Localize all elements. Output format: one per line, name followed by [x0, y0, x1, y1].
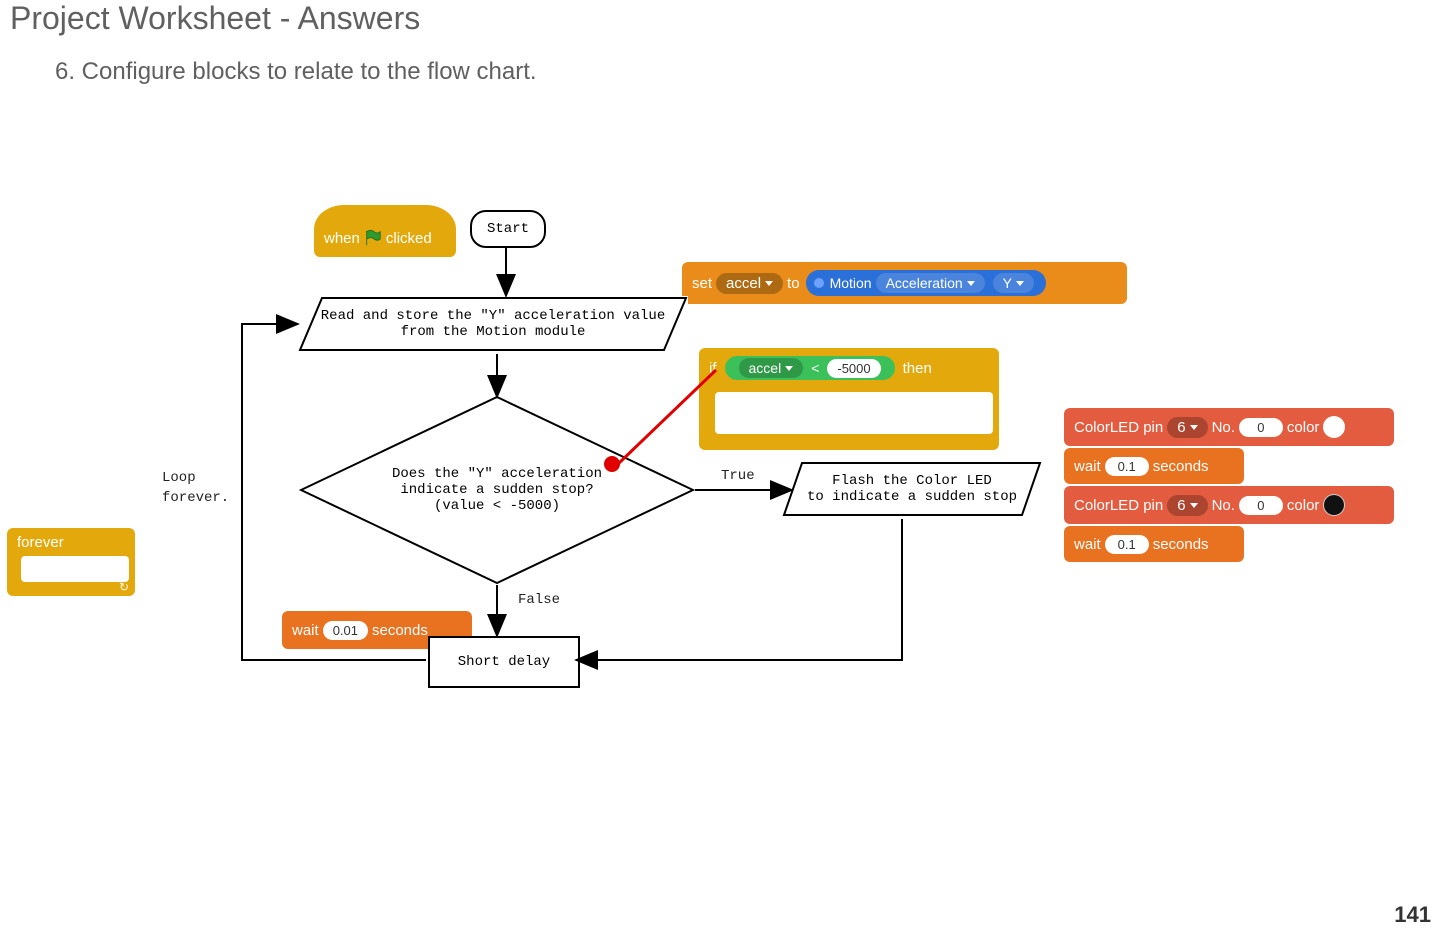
no-val-2: 0	[1239, 496, 1283, 515]
fc-delay-text: Short delay	[458, 654, 550, 670]
sensor-type-dropdown: Acceleration	[876, 273, 985, 293]
color-label-2: color	[1287, 497, 1320, 514]
block-colorled-black: ColorLED pin 6 No. 0 color	[1064, 486, 1394, 524]
block-if-then: if accel < -5000 then	[699, 348, 999, 450]
when-label: when	[324, 230, 360, 247]
wait-val-1: 0.1	[1105, 457, 1149, 476]
loop-arrow-icon: ↻	[119, 580, 129, 594]
label-false: False	[518, 592, 560, 608]
colorled-prefix: ColorLED pin	[1074, 419, 1163, 436]
sensor-pill: Motion Acceleration Y	[806, 270, 1046, 296]
label-loop-l1: Loop	[162, 470, 196, 486]
pin-dropdown-1: 6	[1167, 417, 1207, 438]
color-label-1: color	[1287, 419, 1320, 436]
green-flag-icon	[364, 229, 382, 247]
to-label: to	[787, 275, 800, 292]
block-stack-led: ColorLED pin 6 No. 0 color wait 0.1 seco…	[1064, 408, 1394, 562]
page-number: 141	[1394, 902, 1431, 928]
secs-label-s: seconds	[372, 622, 428, 639]
wait-label-s: wait	[292, 622, 319, 639]
wait-val-s: 0.01	[323, 621, 368, 640]
block-wait-1: wait 0.1 seconds	[1064, 448, 1244, 484]
secs-label-1: seconds	[1153, 458, 1209, 475]
fc-delay: Short delay	[428, 636, 580, 688]
cond-val: -5000	[827, 359, 880, 378]
fc-decision-l3: (value < -5000)	[434, 498, 560, 514]
no-val-1: 0	[1239, 418, 1283, 437]
block-when-clicked: when clicked	[314, 205, 456, 257]
if-label: if	[709, 360, 717, 377]
connector-dot-icon	[604, 456, 620, 472]
fc-decision: Does the "Y" acceleration indicate a sud…	[299, 395, 695, 585]
page-subtitle: 6. Configure blocks to relate to the flo…	[55, 58, 537, 86]
fc-flash: Flash the Color LED to indicate a sudden…	[782, 461, 1042, 517]
no-label-2: No.	[1212, 497, 1235, 514]
fc-flash-l2: to indicate a sudden stop	[807, 489, 1017, 505]
fc-start: Start	[470, 210, 546, 248]
fc-flash-l1: Flash the Color LED	[807, 473, 1017, 489]
no-label-1: No.	[1212, 419, 1235, 436]
axis-dropdown: Y	[993, 273, 1034, 293]
fc-read-l1: Read and store the "Y" acceleration valu…	[321, 308, 665, 324]
set-label: set	[692, 275, 712, 292]
block-set-accel: set accel to Motion Acceleration Y	[682, 262, 1127, 304]
wait-label-2: wait	[1074, 536, 1101, 553]
var-accel-dropdown: accel	[716, 273, 783, 294]
then-label: then	[903, 360, 932, 377]
sensor-dot-icon	[814, 278, 824, 288]
sensor-prefix: Motion	[830, 275, 872, 291]
clicked-label: clicked	[386, 230, 432, 247]
block-colorled-white: ColorLED pin 6 No. 0 color	[1064, 408, 1394, 446]
fc-decision-l1: Does the "Y" acceleration	[392, 466, 602, 482]
block-wait-2: wait 0.1 seconds	[1064, 526, 1244, 562]
color-swatch-white	[1323, 416, 1345, 438]
cond-var: accel	[739, 358, 804, 378]
fc-start-text: Start	[487, 221, 529, 237]
forever-label: forever	[7, 528, 135, 557]
page-title: Project Worksheet - Answers	[10, 0, 420, 37]
color-swatch-black	[1323, 494, 1345, 516]
wait-val-2: 0.1	[1105, 535, 1149, 554]
wait-label-1: wait	[1074, 458, 1101, 475]
block-forever: forever ↻	[7, 528, 135, 596]
label-true: True	[721, 468, 755, 484]
pin-dropdown-2: 6	[1167, 495, 1207, 516]
condition-pill: accel < -5000	[725, 356, 895, 380]
fc-read-l2: from the Motion module	[321, 324, 665, 340]
label-loop-l2: forever.	[162, 490, 229, 506]
colorled-prefix-2: ColorLED pin	[1074, 497, 1163, 514]
fc-decision-l2: indicate a sudden stop?	[400, 482, 593, 498]
fc-read: Read and store the "Y" acceleration valu…	[298, 296, 688, 352]
secs-label-2: seconds	[1153, 536, 1209, 553]
cond-op: <	[811, 360, 819, 376]
